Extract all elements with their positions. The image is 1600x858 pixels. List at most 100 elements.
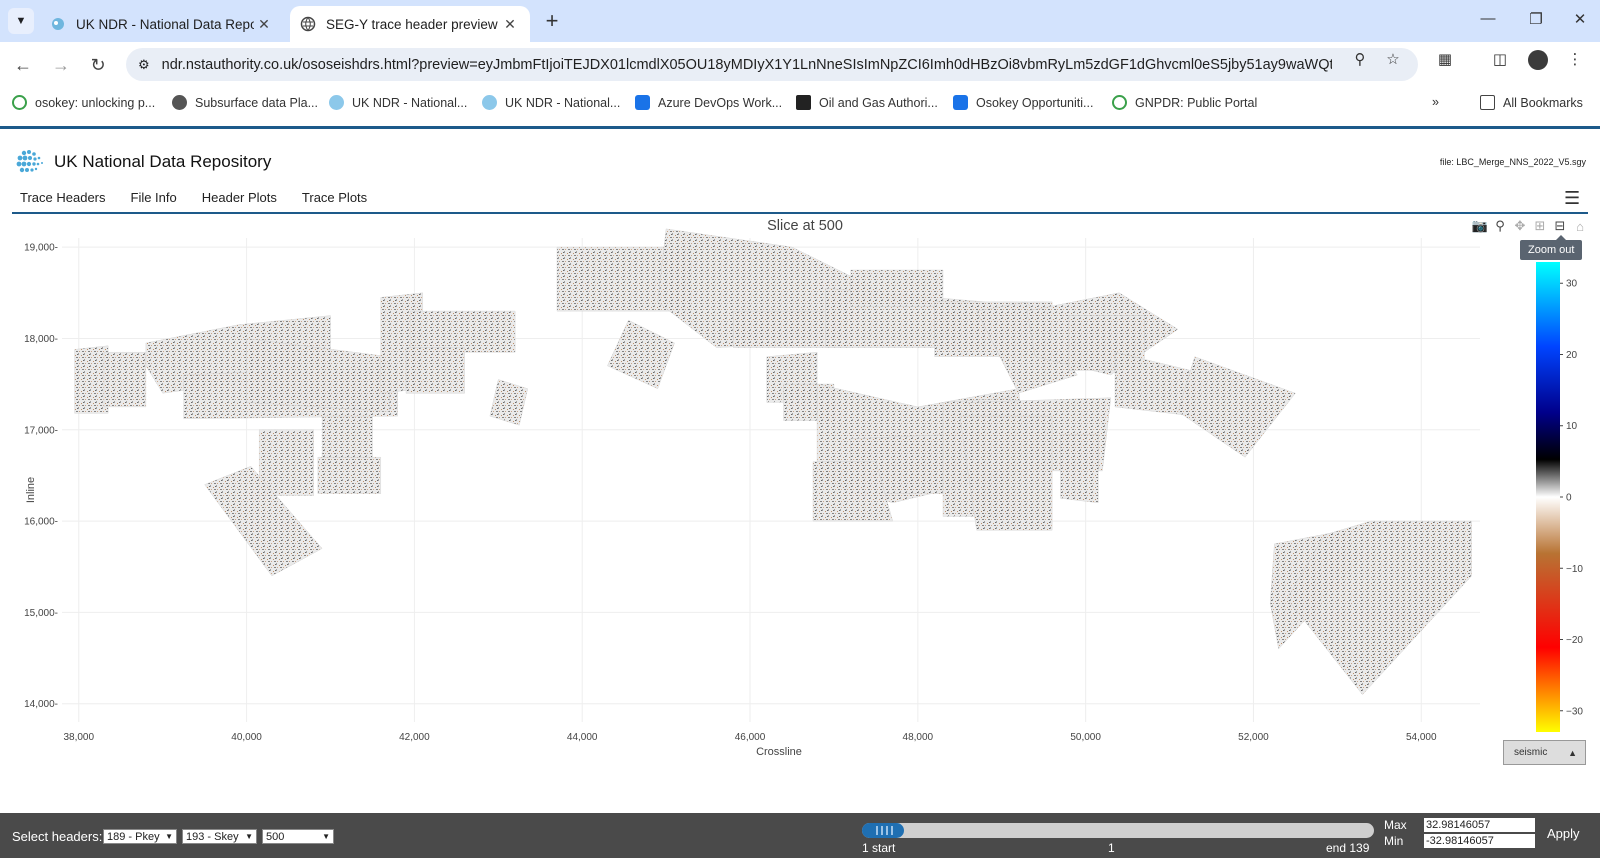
close-icon[interactable]: ✕ (254, 14, 274, 34)
bookmark-label: Subsurface data Pla... (195, 95, 318, 110)
select-headers-label: Select headers: (12, 829, 103, 844)
survey-patch (246, 338, 390, 412)
back-icon[interactable]: ← (12, 54, 34, 76)
side-panel-icon[interactable]: ◫ (1491, 50, 1509, 68)
minimize-icon[interactable]: — (1476, 10, 1500, 32)
y-tick-label: 19,000- (24, 243, 58, 254)
bookmark-item[interactable]: Oil and Gas Authori... (796, 95, 938, 110)
y-tick-label: 16,000- (24, 517, 58, 528)
menu-trace-headers[interactable]: Trace Headers (20, 190, 106, 205)
survey-patch (317, 456, 382, 494)
survey-patch (74, 345, 109, 414)
address-bar[interactable]: ⚙ ndr.nstauthority.co.uk/ososeishdrs.htm… (126, 48, 1418, 81)
slice-value: 500 (266, 830, 285, 843)
avatar[interactable] (1528, 50, 1548, 70)
bookmark-item[interactable]: Osokey Opportuniti... (953, 95, 1093, 110)
survey-patch (607, 319, 675, 390)
apply-button[interactable]: Apply (1547, 826, 1580, 841)
range-slider-track[interactable] (862, 823, 1374, 838)
slice-plot[interactable]: 38,000 40,000 42,000 44,000 46,000 48,000 50,0… (0, 215, 1600, 815)
kebab-menu-icon[interactable]: ⋮ (1566, 50, 1584, 68)
forward-icon[interactable]: → (50, 54, 72, 76)
x-tick-label: 54,000 (1406, 732, 1437, 743)
slice-select[interactable]: 500 ▼ (262, 829, 334, 844)
tab-segy-preview[interactable]: SEG-Y trace header preview ✕ (290, 6, 530, 42)
menu-header-plots[interactable]: Header Plots (202, 190, 277, 205)
reload-icon[interactable]: ↻ (87, 54, 109, 76)
app-title: UK National Data Repository (54, 152, 272, 171)
bookmark-label: osokey: unlocking p... (35, 95, 156, 110)
min-label: Min (1384, 834, 1404, 848)
window-close-icon[interactable]: ✕ (1568, 10, 1592, 32)
ndr-logo[interactable]: UK National Data Repository (14, 147, 271, 177)
browser-toolbar: ← → ↻ ⚙ ndr.nstauthority.co.uk/ososeishd… (0, 42, 1600, 87)
footer-controls: Select headers: 189 - Pkey ▼ 193 - Skey ▼ … (0, 813, 1600, 858)
slider-grip (886, 826, 888, 835)
tab-ndr[interactable]: UK NDR - National Data Reposi ✕ (40, 6, 284, 42)
survey-patch (103, 351, 147, 408)
survey-patch (405, 347, 465, 394)
menu-trace-plots[interactable]: Trace Plots (302, 190, 367, 205)
circle-icon (1112, 95, 1127, 110)
range-slider-handle[interactable] (862, 823, 904, 838)
x-tick-label: 48,000 (903, 732, 934, 743)
tab-search-button[interactable]: ▼ (8, 8, 34, 34)
slider-grip (876, 826, 878, 835)
y-tick-label: 18,000- (24, 334, 58, 345)
all-bookmarks-label: All Bookmarks (1503, 95, 1583, 110)
extensions-icon[interactable]: ▦ (1436, 50, 1454, 68)
ndr-icon (482, 95, 497, 110)
tab-bar: ▼ UK NDR - National Data Reposi ✕ SEG-Y … (0, 0, 1600, 42)
menu-file-info[interactable]: File Info (131, 190, 177, 205)
y-axis-label: Inline (25, 477, 37, 503)
zoom-icon[interactable]: ⚲ (1351, 50, 1369, 68)
colorbar (1536, 262, 1560, 732)
survey-patch (489, 379, 528, 426)
survey-patches (74, 228, 1472, 695)
range-end-label: end 139 (1326, 841, 1370, 855)
bookmark-item[interactable]: UK NDR - National... (482, 95, 620, 110)
site-info-icon[interactable]: ⚙ (138, 57, 150, 73)
x-tick-label: 50,000 (1070, 732, 1101, 743)
chevron-down-icon: ▼ (322, 832, 330, 841)
main-menu: Trace Headers File Info Header Plots Tra… (20, 190, 392, 205)
pkey-select[interactable]: 189 - Pkey ▼ (103, 829, 177, 844)
close-icon[interactable]: ✕ (500, 14, 520, 34)
bookmark-item[interactable]: Azure DevOps Work... (635, 95, 782, 110)
x-tick-label: 40,000 (231, 732, 262, 743)
colorbar-tick-label: −20 (1566, 635, 1583, 646)
bookmark-item[interactable]: osokey: unlocking p... (12, 95, 155, 110)
chevron-down-icon: ▼ (165, 832, 173, 841)
colorbar-ticks: 30 20 10 0 −10 −20 −30 (1560, 279, 1583, 717)
skey-select[interactable]: 193 - Skey ▼ (182, 829, 257, 844)
min-input[interactable]: -32.98146057 (1424, 834, 1535, 848)
survey-patch (409, 310, 516, 353)
survey-patch (1177, 356, 1296, 458)
hamburger-menu-icon[interactable]: ☰ (1564, 188, 1580, 209)
colorbar-tick-label: 20 (1566, 350, 1578, 361)
bookmarks-bar: osokey: unlocking p... Subsurface data P… (0, 87, 1600, 119)
colorbar-tick-label: 0 (1566, 493, 1572, 504)
restore-icon[interactable]: ❐ (1524, 10, 1548, 32)
azure-icon (635, 95, 650, 110)
bookmark-item[interactable]: Subsurface data Pla... (172, 95, 318, 110)
slider-grip (881, 826, 883, 835)
bookmark-label: UK NDR - National... (352, 95, 468, 110)
y-tick-label: 14,000- (24, 699, 58, 710)
colormap-select[interactable]: seismic ▲ (1503, 740, 1586, 765)
more-bookmarks-icon[interactable]: » (1432, 95, 1439, 109)
all-bookmarks[interactable]: All Bookmarks (1480, 95, 1583, 110)
max-input[interactable]: 32.98146057 (1424, 818, 1535, 832)
x-axis-ticks: 38,000 40,000 42,000 44,000 46,000 48,000 50,0… (63, 732, 1437, 743)
y-axis-ticks: 14,000- 15,000- 16,000- 17,000- 18,000- 19,00… (24, 243, 58, 711)
bookmark-item[interactable]: UK NDR - National... (329, 95, 467, 110)
bookmark-item[interactable]: GNPDR: Public Portal (1112, 95, 1257, 110)
new-tab-button[interactable]: + (540, 10, 564, 34)
ndr-icon (52, 18, 64, 30)
page-top-border (0, 126, 1600, 129)
survey-patch (850, 269, 944, 307)
x-tick-label: 46,000 (735, 732, 766, 743)
bookmark-star-icon[interactable]: ☆ (1384, 50, 1402, 68)
bookmark-label: Azure DevOps Work... (658, 95, 783, 110)
bookmark-label: UK NDR - National... (505, 95, 621, 110)
